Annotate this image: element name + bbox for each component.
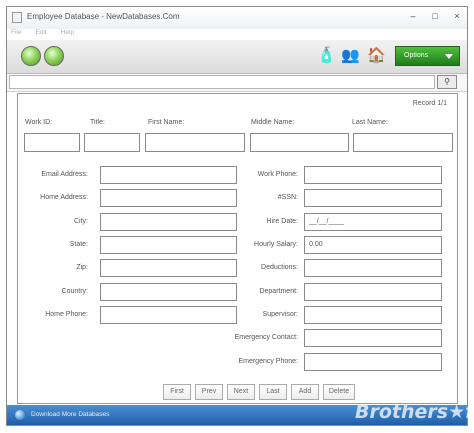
window-title: Employee Database - NewDatabases.Com bbox=[27, 12, 180, 21]
add-button[interactable]: Add bbox=[291, 384, 319, 400]
ssn-field[interactable] bbox=[304, 189, 442, 207]
options-button[interactable]: Options bbox=[395, 46, 460, 66]
home-address-label: Home Address: bbox=[40, 194, 88, 201]
menu-bar: File Edit Help bbox=[11, 29, 74, 39]
last-button[interactable]: Last bbox=[259, 384, 287, 400]
department-label: Department: bbox=[259, 288, 298, 295]
emergency-contact-label: Emergency Contact: bbox=[234, 334, 298, 341]
state-label: State: bbox=[69, 241, 88, 248]
supervisor-label: Supervisor: bbox=[262, 311, 298, 318]
watermark-logo: Brothers★ft bbox=[355, 401, 474, 423]
status-bar: Download More Databases Brothers★ft bbox=[7, 401, 474, 425]
address-bar: ⚲ bbox=[7, 74, 467, 92]
address-input[interactable] bbox=[9, 75, 435, 89]
first-button[interactable]: First bbox=[163, 384, 191, 400]
department-field[interactable] bbox=[304, 283, 442, 301]
first-name-input[interactable] bbox=[145, 133, 245, 152]
home-icon[interactable]: 🏠 bbox=[367, 46, 386, 66]
work-phone-label: Work Phone: bbox=[257, 171, 298, 178]
record-counter: Record 1/1 bbox=[412, 100, 447, 107]
work-phone-field[interactable] bbox=[304, 166, 442, 184]
title-label: Title: bbox=[90, 119, 105, 126]
country-label: Country: bbox=[61, 288, 88, 295]
city-label: City: bbox=[74, 218, 88, 225]
menu-help[interactable]: Help bbox=[61, 29, 74, 39]
deductions-field[interactable] bbox=[304, 259, 442, 277]
window-controls: – □ × bbox=[409, 11, 461, 21]
download-more-link[interactable]: Download More Databases bbox=[31, 411, 109, 418]
ssn-label: #SSN: bbox=[277, 194, 298, 201]
work-id-label: Work ID: bbox=[25, 119, 53, 126]
search-button[interactable]: ⚲ bbox=[437, 75, 457, 89]
app-window: Employee Database - NewDatabases.Com – □… bbox=[6, 6, 474, 426]
email-label: Email Address: bbox=[41, 171, 88, 178]
globe-icon bbox=[15, 410, 25, 420]
hire-date-field[interactable]: __/__/____ bbox=[304, 213, 442, 231]
last-name-input[interactable] bbox=[353, 133, 453, 152]
supervisor-field[interactable] bbox=[304, 306, 442, 324]
app-document-icon bbox=[12, 12, 22, 23]
close-button[interactable]: × bbox=[453, 11, 461, 21]
middle-name-input[interactable] bbox=[250, 133, 349, 152]
employee-form: Record 1/1 Work ID: Title: First Name: M… bbox=[17, 93, 458, 404]
soap-dispenser-icon[interactable]: 🧴 bbox=[317, 46, 336, 66]
menu-edit[interactable]: Edit bbox=[35, 29, 46, 39]
emergency-contact-field[interactable] bbox=[304, 329, 442, 347]
title-input[interactable] bbox=[84, 133, 140, 152]
options-label: Options bbox=[404, 52, 429, 59]
maximize-button[interactable]: □ bbox=[431, 11, 439, 21]
work-id-input[interactable] bbox=[24, 133, 80, 152]
next-button[interactable]: Next bbox=[227, 384, 255, 400]
delete-button[interactable]: Delete bbox=[323, 384, 355, 400]
title-bar: Employee Database - NewDatabases.Com – □… bbox=[7, 7, 467, 29]
hourly-salary-field[interactable]: 0.00 bbox=[304, 236, 442, 254]
hire-date-label: Hire Date: bbox=[266, 218, 298, 225]
people-icon[interactable]: 👥 bbox=[341, 46, 360, 66]
zip-label: Zip: bbox=[76, 264, 88, 271]
home-phone-label: Home Phone: bbox=[45, 311, 88, 318]
emergency-phone-label: Emergency Phone: bbox=[238, 358, 298, 365]
forward-orb-icon[interactable] bbox=[44, 46, 64, 66]
back-orb-icon[interactable] bbox=[21, 46, 41, 66]
toolbar: 🧴 👥 🏠 Options bbox=[7, 40, 467, 74]
minimize-button[interactable]: – bbox=[409, 11, 417, 21]
menu-file[interactable]: File bbox=[11, 29, 21, 39]
emergency-phone-field[interactable] bbox=[304, 353, 442, 371]
prev-button[interactable]: Prev bbox=[195, 384, 223, 400]
deductions-label: Deductions: bbox=[261, 264, 298, 271]
hourly-salary-label: Hourly Salary: bbox=[254, 241, 298, 248]
record-navigation: First Prev Next Last Add Delete bbox=[163, 384, 355, 400]
middle-name-label: Middle Name: bbox=[251, 119, 295, 126]
last-name-label: Last Name: bbox=[352, 119, 388, 126]
chevron-down-icon bbox=[445, 54, 453, 59]
first-name-label: First Name: bbox=[148, 119, 185, 126]
magnifier-icon: ⚲ bbox=[444, 77, 450, 86]
